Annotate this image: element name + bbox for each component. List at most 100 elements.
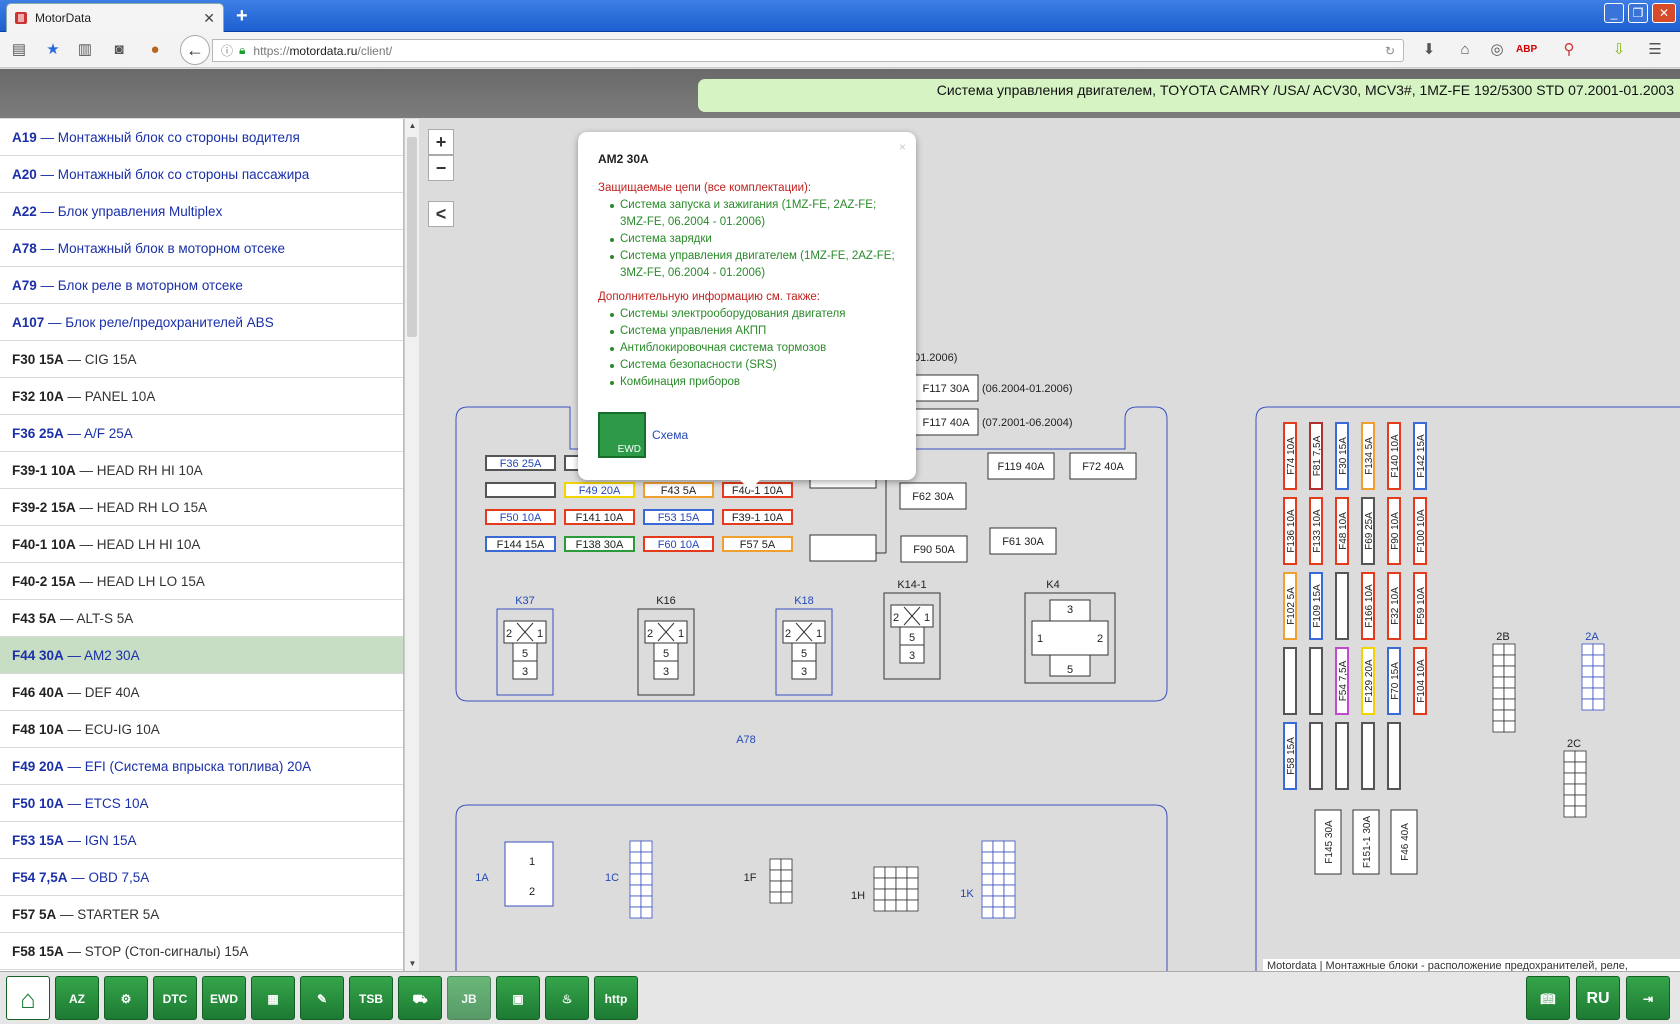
connector-pin <box>895 866 908 879</box>
scroll-down-icon[interactable]: ▼ <box>405 957 420 971</box>
tab-close-icon[interactable]: ✕ <box>203 10 215 27</box>
collapse-panel-button[interactable]: < <box>428 201 454 227</box>
component-list: A19 — Монтажный блок со стороны водителя… <box>0 119 404 971</box>
component-list-item[interactable]: A20 — Монтажный блок со стороны пассажир… <box>0 156 403 193</box>
component-list-item[interactable]: F48 10A — ECU-IG 10A <box>0 711 403 748</box>
connector-pin <box>992 851 1005 864</box>
addon-icon[interactable]: ⚲ <box>1560 41 1578 59</box>
url-path: /client/ <box>357 43 393 58</box>
toolbar-jb-icon[interactable]: JB <box>447 976 491 1020</box>
connector-pin <box>992 873 1005 886</box>
popup-list-item[interactable]: Системы электрооборудования двигателя <box>610 306 896 323</box>
schema-link[interactable]: Схема <box>652 428 688 442</box>
toolbar-gear-icon[interactable]: ⚙ <box>104 976 148 1020</box>
download-helper-icon[interactable]: ⇩ <box>1610 41 1628 59</box>
component-list-item[interactable]: A79 — Блок реле в моторном отсеке <box>0 267 403 304</box>
vfuse-label: F58 15A <box>1286 737 1297 775</box>
sidebar-scrollbar[interactable]: ▲ ▼ <box>404 119 419 971</box>
toolbar-ewd-icon[interactable]: EWD <box>202 976 246 1020</box>
minimize-button[interactable]: _ <box>1604 3 1624 23</box>
popup-list-item[interactable]: Система управления АКПП <box>610 323 896 340</box>
toolbar-home-icon[interactable]: ⌂ <box>6 976 50 1020</box>
component-list-item[interactable]: F50 10A — ETCS 10A <box>0 785 403 822</box>
toolbar-book-icon[interactable]: 📖︎ <box>1526 976 1570 1020</box>
library-icon[interactable]: ▥ <box>76 41 94 59</box>
toolbar-az-13-icon[interactable]: AZ <box>55 976 99 1020</box>
browser-tab[interactable]: MotorData ✕ <box>6 3 224 32</box>
toolbar-ru-icon[interactable]: RU <box>1576 976 1620 1020</box>
download-icon[interactable]: ⬇ <box>1420 41 1438 59</box>
info-icon[interactable]: ⓘ <box>221 42 233 59</box>
vfuse <box>1309 722 1323 790</box>
connector-pin <box>895 877 908 890</box>
popup-list-item: Система управления двигателем (1MZ-FE, 2… <box>610 248 896 282</box>
component-list-item[interactable]: A78 — Монтажный блок в моторном отсеке <box>0 230 403 267</box>
block-bottom-outline <box>455 804 1168 971</box>
popup-close-icon[interactable]: × <box>899 140 906 154</box>
component-list-item[interactable]: A22 — Блок управления Multiplex <box>0 193 403 230</box>
item-code: A20 <box>12 167 37 182</box>
toolbar-tool-icon[interactable]: ✎ <box>300 976 344 1020</box>
toolbar-relay-icon[interactable]: ▣ <box>496 976 540 1020</box>
url-bar[interactable]: ⓘ 🔒︎ https://motordata.ru/client/ ↻ <box>212 39 1404 62</box>
toolbar-exit-icon[interactable]: ⇥ <box>1626 976 1670 1020</box>
extension-icon[interactable]: ● <box>146 41 164 59</box>
component-list-item[interactable]: A19 — Монтажный блок со стороны водителя <box>0 119 403 156</box>
component-list-item[interactable]: F53 15A — IGN 15A <box>0 822 403 859</box>
pocket-icon[interactable]: ◙ <box>110 41 128 59</box>
component-list-item[interactable]: F44 30A — AM2 30A <box>0 637 403 674</box>
sync-icon[interactable]: ◎ <box>1488 41 1506 59</box>
component-list-item[interactable]: F49 20A — EFI (Система впрыска топлива) … <box>0 748 403 785</box>
component-list-item[interactable]: F32 10A — PANEL 10A <box>0 378 403 415</box>
close-window-button[interactable]: ✕ <box>1652 3 1676 23</box>
toolbar-http-icon[interactable]: http <box>594 976 638 1020</box>
popup-list-item[interactable]: Система безопасности (SRS) <box>610 357 896 374</box>
component-list-item[interactable]: F46 40A — DEF 40A <box>0 674 403 711</box>
connector-label: 2C <box>1567 738 1581 750</box>
back-button[interactable]: ← <box>180 35 210 65</box>
home-icon[interactable]: ⌂ <box>1456 41 1474 59</box>
reload-icon[interactable]: ↻ <box>1385 44 1395 58</box>
bookmark-star-icon[interactable]: ★ <box>44 41 62 59</box>
toolbar-car-icon[interactable]: ⛟ <box>398 976 442 1020</box>
new-tab-button[interactable]: + <box>236 5 248 28</box>
popup-list-item[interactable]: Комбинация приборов <box>610 374 896 391</box>
component-list-item[interactable]: F57 5A — STARTER 5A <box>0 896 403 933</box>
connector-pin <box>1563 805 1576 818</box>
relay-label: K16 <box>656 595 676 607</box>
component-list-item[interactable]: F40-1 10A — HEAD LH HI 10A <box>0 526 403 563</box>
ewd-schema-icon[interactable]: EWD <box>598 412 646 458</box>
connector-pin <box>981 862 994 875</box>
zoom-in-button[interactable]: + <box>428 129 454 155</box>
big-vfuse-label: F151-1 30A <box>1362 816 1373 869</box>
toolbar-fuse-icon[interactable]: ▦ <box>251 976 295 1020</box>
component-list-item[interactable]: F54 7,5A — OBD 7,5A <box>0 859 403 896</box>
connector-pin <box>1574 805 1587 818</box>
toolbar-tsb-icon[interactable]: TSB <box>349 976 393 1020</box>
maximize-button[interactable]: ❐ <box>1628 3 1648 23</box>
toolbar-dtc-icon[interactable]: DTC <box>153 976 197 1020</box>
scroll-up-icon[interactable]: ▲ <box>405 119 420 133</box>
connector-pin <box>906 899 919 912</box>
connector-pin <box>1581 698 1594 711</box>
zoom-out-button[interactable]: − <box>428 155 454 181</box>
adblock-icon[interactable]: ABP <box>1516 41 1537 59</box>
scroll-thumb[interactable] <box>407 137 417 337</box>
toolbar-oil-icon[interactable]: ♨ <box>545 976 589 1020</box>
connector-pin <box>1574 750 1587 763</box>
component-list-item[interactable]: F36 25A — A/F 25A <box>0 415 403 452</box>
connector-pin <box>981 851 994 864</box>
page-icon[interactable]: ▤ <box>10 41 28 59</box>
popup-list-item[interactable]: Антиблокировочная система тормозов <box>610 340 896 357</box>
connector-pin <box>1003 895 1016 908</box>
component-list-item[interactable]: F39-2 15A — HEAD RH LO 15A <box>0 489 403 526</box>
menu-icon[interactable]: ☰ <box>1646 41 1664 59</box>
component-list-item[interactable]: A107 — Блок реле/предохранителей ABS <box>0 304 403 341</box>
component-list-item[interactable]: F39-1 10A — HEAD RH HI 10A <box>0 452 403 489</box>
component-list-item[interactable]: F58 15A — STOP (Стоп-сигналы) 15A <box>0 933 403 970</box>
component-list-item[interactable]: F40-2 15A — HEAD LH LO 15A <box>0 563 403 600</box>
item-code: F40-1 10A <box>12 537 76 552</box>
component-list-item[interactable]: F43 5A — ALT-S 5A <box>0 600 403 637</box>
component-list-item[interactable]: F30 15A — CIG 15A <box>0 341 403 378</box>
relay-label: K37 <box>515 595 535 607</box>
